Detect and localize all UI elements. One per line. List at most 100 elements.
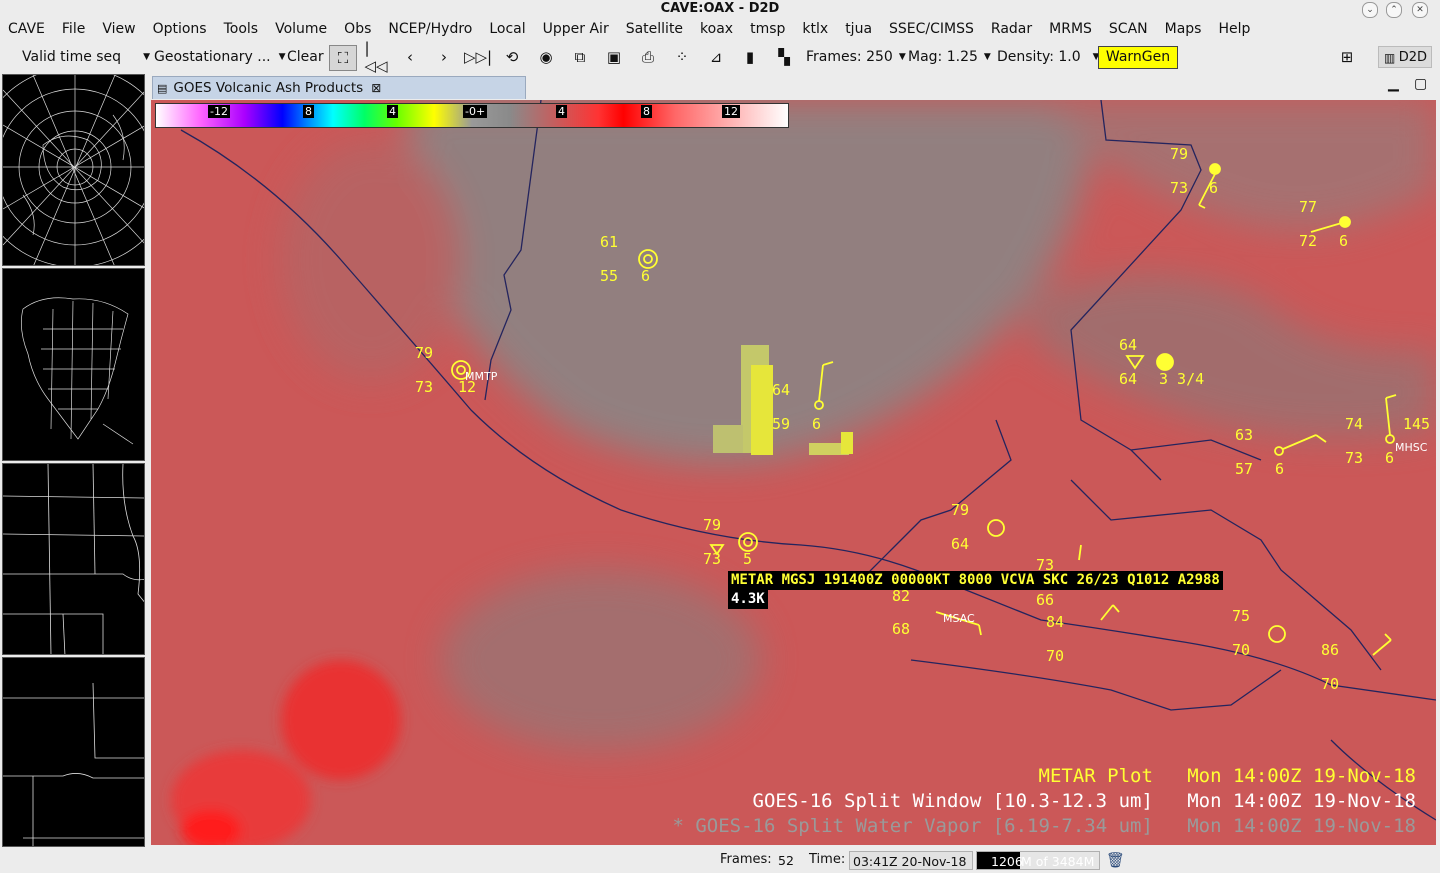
last-frame-icon[interactable]: ▷▷|	[464, 46, 492, 68]
menu-tjua[interactable]: tjua	[837, 18, 881, 40]
density-label: Density: 1.0	[997, 49, 1081, 65]
station-wind: 145	[1403, 415, 1431, 433]
thumbnail-local[interactable]	[2, 657, 145, 847]
legend-row-split-window[interactable]: GOES-16 Split Window [10.3-12.3 um] Mon …	[672, 789, 1416, 814]
tab-goes-volcanic-ash[interactable]: ▤ GOES Volcanic Ash Products ⊠	[152, 76, 526, 99]
time-status-label: Time:	[809, 852, 846, 867]
station-dew: 57	[1235, 460, 1254, 478]
station-extra: 6	[1339, 232, 1349, 250]
menu-volume[interactable]: Volume	[267, 18, 336, 40]
station-dew: 73	[1345, 449, 1364, 467]
metar-plots: 79 73 6 77 72 6 61 55 6 79 73 12 MMTP 64…	[151, 100, 1436, 845]
loop-icon[interactable]: ⟲	[501, 46, 523, 68]
legend-row-metar[interactable]: METAR Plot Mon 14:00Z 19-Nov-18	[672, 764, 1417, 789]
memory-heap-bar[interactable]: 1206 M of 3484M	[976, 851, 1100, 870]
station-extra: 6	[1209, 179, 1219, 197]
minimize-window-icon[interactable]: ⌄	[1362, 2, 1378, 18]
four-panel-icon[interactable]: ▚	[773, 46, 795, 68]
thumbnail-central-plains[interactable]	[2, 463, 145, 655]
close-window-icon[interactable]: ✕	[1412, 2, 1428, 18]
window-title: CAVE:OAX - D2D	[0, 0, 1440, 18]
station-dew: 70	[1321, 675, 1340, 693]
projection-dropdown[interactable]: Geostationary ... ▼	[154, 44, 286, 70]
next-frame-icon[interactable]: ›	[433, 46, 455, 68]
editor-tab-bar: ▤ GOES Volcanic Ash Products ⊠ ▁ ▢	[148, 74, 1440, 100]
station-extra: 6	[812, 415, 822, 433]
map-display[interactable]: -12 8 4 -0+ 4 8 12 79 73 6 77 72 6 61 55…	[151, 100, 1436, 845]
menu-tools[interactable]: Tools	[216, 18, 268, 40]
legend-name: * GOES-16 Split Water Vapor [6.19-7.34 u…	[672, 815, 1153, 837]
station-id: MMTP	[465, 370, 498, 383]
station-dew: 72	[1299, 232, 1318, 250]
menu-scan[interactable]: SCAN	[1101, 18, 1157, 40]
sample-readout-metar: METAR MGSJ 191400Z 00000KT 8000 VCVA SKC…	[728, 571, 1223, 590]
menu-options[interactable]: Options	[145, 18, 216, 40]
menu-file[interactable]: File	[54, 18, 94, 40]
menu-mrms[interactable]: MRMS	[1041, 18, 1101, 40]
menu-maps[interactable]: Maps	[1157, 18, 1211, 40]
menu-cave[interactable]: CAVE	[0, 18, 54, 40]
swap-panes-icon[interactable]: ⧉	[569, 46, 591, 68]
legend-time: Mon 14:00Z 19-Nov-18	[1187, 815, 1416, 837]
legend-time: Mon 14:00Z 19-Nov-18	[1187, 790, 1416, 812]
thumbnail-northern-hemisphere[interactable]	[2, 74, 145, 266]
legend: METAR Plot Mon 14:00Z 19-Nov-18 GOES-16 …	[672, 764, 1416, 839]
menu-satellite[interactable]: Satellite	[618, 18, 692, 40]
memory-used: 1206	[991, 854, 1023, 869]
legend-name: METAR Plot	[1038, 765, 1153, 787]
projection-label: Geostationary ...	[154, 49, 271, 65]
station-dew: 70	[1232, 641, 1251, 659]
menu-ssec-cimss[interactable]: SSEC/CIMSS	[881, 18, 983, 40]
legend-row-split-water-vapor[interactable]: * GOES-16 Split Water Vapor [6.19-7.34 u…	[672, 814, 1416, 839]
print-icon[interactable]: ⎙	[637, 46, 659, 68]
mag-label: Mag: 1.25	[908, 49, 978, 65]
thumbnail-north-america[interactable]	[2, 268, 145, 461]
station-dew: 68	[892, 620, 911, 638]
minimize-pane-icon[interactable]: ▁	[1388, 76, 1399, 92]
distance-speed-icon[interactable]: ⊿	[705, 46, 727, 68]
valid-time-dropdown[interactable]: Valid time seq ▼	[22, 44, 150, 70]
menu-upper-air[interactable]: Upper Air	[535, 18, 618, 40]
menu-local[interactable]: Local	[481, 18, 534, 40]
tab-label: GOES Volcanic Ash Products	[173, 80, 364, 96]
warngen-button[interactable]: WarnGen	[1098, 46, 1178, 69]
single-panel-icon[interactable]: ▮	[739, 46, 761, 68]
trash-icon[interactable]: 🗑	[1106, 851, 1125, 869]
sample-readout-value: 4.3K	[728, 590, 768, 609]
menu-ncep-hydro[interactable]: NCEP/Hydro	[380, 18, 481, 40]
image-properties-icon[interactable]: ◉	[535, 46, 557, 68]
menu-ktlx[interactable]: ktlx	[794, 18, 837, 40]
station-temp: 79	[415, 344, 434, 362]
menu-radar[interactable]: Radar	[983, 18, 1041, 40]
frames-status-value: 52	[778, 853, 794, 868]
polar-grid-map	[3, 75, 144, 265]
clear-button[interactable]: Clear	[287, 44, 324, 70]
station-extra: 5	[743, 550, 753, 568]
menu-obs[interactable]: Obs	[336, 18, 380, 40]
station-dew: 70	[1046, 647, 1065, 665]
menu-view[interactable]: View	[94, 18, 144, 40]
menu-bar: CAVE File View Options Tools Volume Obs …	[0, 18, 1440, 40]
maximize-window-icon[interactable]: ⌃	[1386, 2, 1402, 18]
open-perspective-icon[interactable]: ⊞	[1336, 46, 1358, 68]
menu-koax[interactable]: koax	[692, 18, 742, 40]
station-extra: 3 3/4	[1159, 370, 1205, 388]
blink-images-icon[interactable]: ▣	[603, 46, 625, 68]
maximize-pane-icon[interactable]: ▢	[1414, 76, 1427, 92]
menu-tmsp[interactable]: tmsp	[742, 18, 794, 40]
chevron-down-icon: ▼	[898, 52, 906, 62]
chevron-down-icon: ▼	[143, 52, 150, 62]
menu-help[interactable]: Help	[1210, 18, 1259, 40]
first-frame-icon[interactable]: |◁◁	[364, 39, 387, 75]
sample-points-icon[interactable]: ⁘	[671, 46, 693, 68]
station-id: MSAC	[943, 612, 975, 625]
station-temp: 79	[1170, 145, 1189, 163]
mag-dropdown[interactable]: Mag: 1.25 ▼	[908, 44, 991, 70]
frames-dropdown[interactable]: Frames: 250 ▼	[806, 44, 906, 70]
previous-frame-icon[interactable]: ‹	[399, 46, 421, 68]
station-dew: 73	[415, 378, 434, 396]
close-tab-icon[interactable]: ⊠	[371, 81, 381, 95]
full-extent-icon[interactable]: ⛶	[329, 45, 357, 71]
d2d-perspective-button[interactable]: ▥ D2D	[1378, 46, 1432, 68]
density-dropdown[interactable]: Density: 1.0 ▼	[997, 44, 1100, 70]
